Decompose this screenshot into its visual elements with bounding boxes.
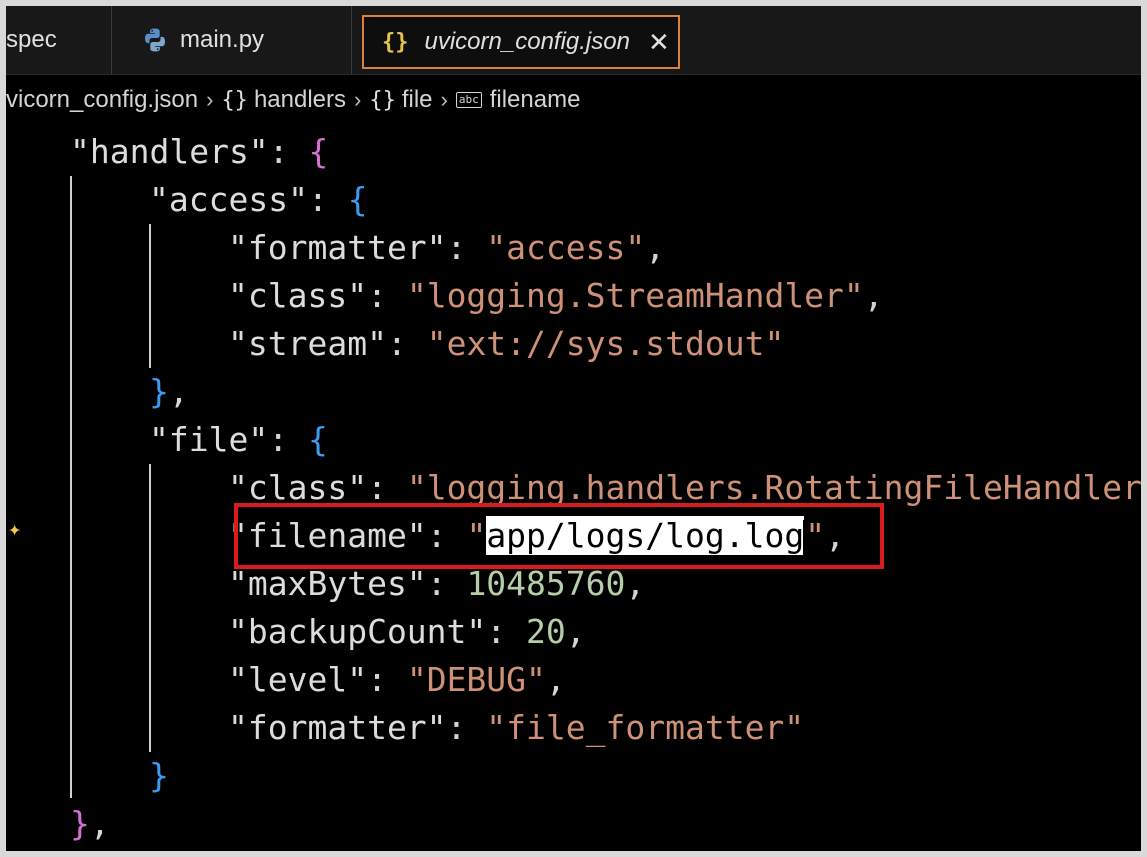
- breadcrumb-item-file[interactable]: file: [402, 86, 433, 114]
- chevron-right-icon: ›: [440, 87, 448, 112]
- code-line: "formatter": "access",: [228, 228, 666, 267]
- code-line: "stream": "ext://sys.stdout": [228, 324, 785, 363]
- code-line: "formatter": "file_formatter": [228, 708, 805, 747]
- tab-label: spec: [6, 26, 57, 53]
- breadcrumb-item-handlers[interactable]: handlers: [254, 86, 346, 114]
- tab-spec[interactable]: spec: [6, 6, 112, 74]
- tab-main-py[interactable]: main.py: [112, 6, 352, 74]
- code-line: "access": {: [149, 180, 368, 219]
- code-line: },: [149, 372, 189, 411]
- chevron-right-icon: ›: [206, 87, 214, 112]
- breadcrumb-item-filename[interactable]: filename: [490, 86, 581, 114]
- code-line: "level": "DEBUG",: [228, 660, 566, 699]
- python-icon: [145, 28, 165, 52]
- chevron-right-icon: ›: [354, 87, 362, 112]
- code-line: }: [149, 756, 169, 795]
- code-line: "file": {: [149, 420, 328, 459]
- indent-guide: [149, 464, 151, 752]
- breadcrumb-file[interactable]: vicorn_config.json: [6, 86, 198, 114]
- code-line: "class": "logging.StreamHandler",: [228, 276, 884, 315]
- editor-window: spec main.py {} uvicorn_config.json ✕ vi…: [6, 6, 1141, 851]
- tab-uvicorn-config-json[interactable]: {} uvicorn_config.json ✕: [362, 15, 680, 69]
- tab-bar: spec main.py {} uvicorn_config.json ✕: [6, 6, 1141, 75]
- breadcrumb: vicorn_config.json › {} handlers › {} fi…: [6, 78, 1141, 122]
- tab-label: uvicorn_config.json: [424, 28, 630, 55]
- code-line: },: [70, 804, 110, 843]
- json-braces-icon: {}: [382, 29, 409, 55]
- tab-label: main.py: [180, 26, 265, 53]
- string-property-icon: abc: [455, 92, 482, 108]
- close-icon[interactable]: ✕: [648, 27, 670, 58]
- braces-icon: {}: [221, 87, 248, 113]
- annotation-highlight-box: [234, 503, 884, 569]
- indent-guide: [70, 176, 72, 798]
- sparkle-icon[interactable]: ✦: [8, 517, 21, 542]
- code-line: "handlers": {: [70, 132, 329, 171]
- indent-guide: [149, 224, 151, 368]
- code-line: "backupCount": 20,: [228, 612, 586, 651]
- braces-icon: {}: [369, 87, 396, 113]
- code-editor[interactable]: "handlers": { "access": { "formatter": "…: [6, 122, 1141, 851]
